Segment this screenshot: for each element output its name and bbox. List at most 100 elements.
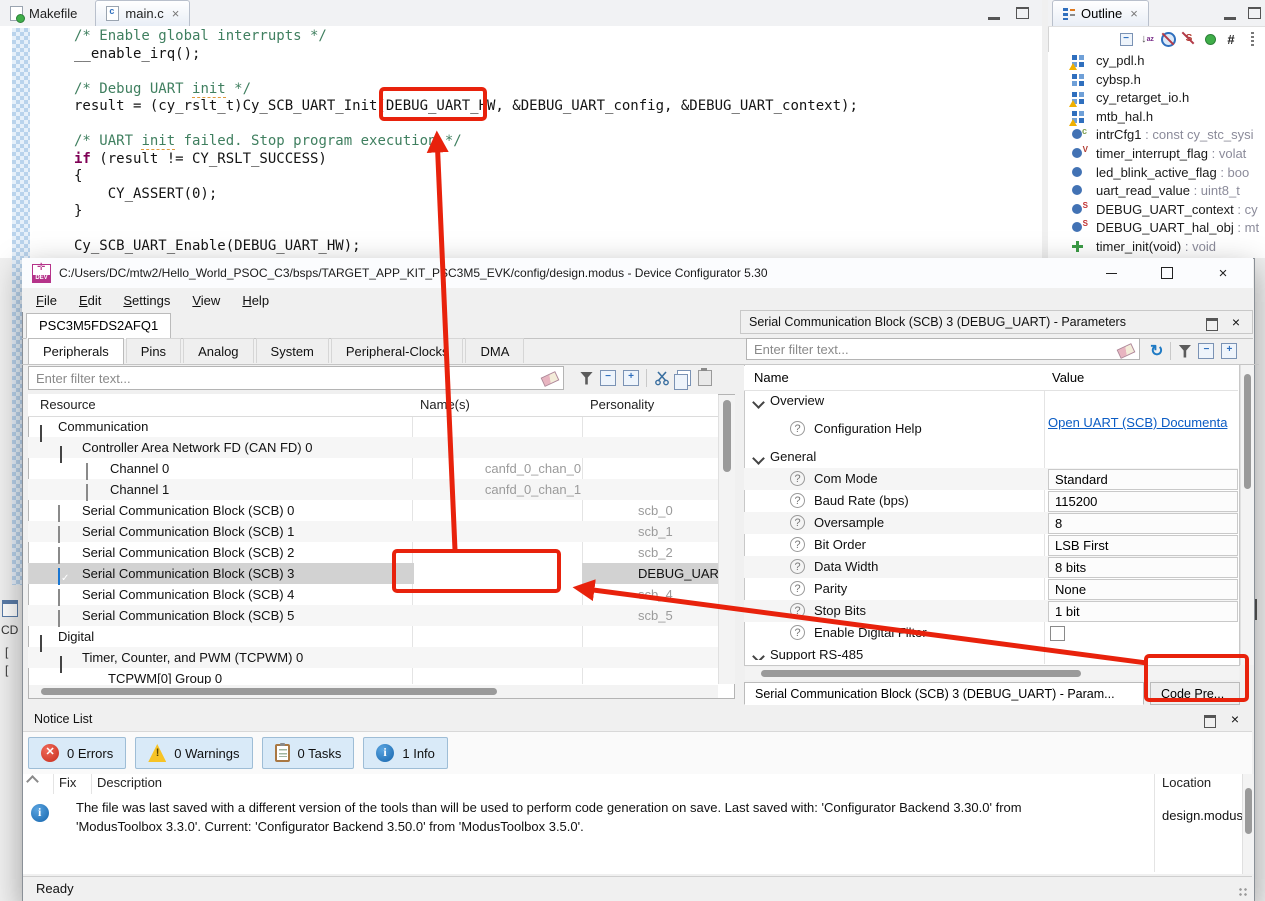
maximize-view-icon[interactable] [1248, 7, 1261, 19]
outline-item[interactable]: cy_pdl.h [1048, 52, 1265, 71]
main-tab[interactable]: Peripheral-Clocks [331, 338, 464, 363]
resource-name[interactable]: scb_0 [638, 503, 673, 518]
resource-row[interactable]: Serial Communication Block (SCB) 4 scb_4 [28, 584, 718, 605]
outline-item[interactable]: timer_interrupt_flag : volat [1048, 145, 1265, 164]
column-header-fix[interactable]: Fix [59, 775, 76, 790]
notice-filter-button[interactable]: 0 Errors [28, 737, 126, 769]
outline-item[interactable]: DEBUG_UART_context : cy [1048, 201, 1265, 220]
resource-checkbox[interactable] [86, 484, 88, 501]
help-icon[interactable] [790, 515, 805, 530]
sort-icon[interactable]: ↓ [1139, 31, 1155, 47]
resource-row[interactable]: Serial Communication Block (SCB) 0 scb_0 [28, 500, 718, 521]
maximize-icon[interactable] [1157, 263, 1177, 283]
close-icon[interactable]: × [1213, 263, 1233, 283]
restore-view-icon[interactable] [1255, 599, 1257, 620]
float-panel-icon[interactable] [1204, 715, 1216, 728]
window-titlebar[interactable]: C:/Users/DC/mtw2/Hello_World_PSOC_C3/bsp… [22, 258, 1253, 289]
resource-checkbox[interactable] [58, 526, 60, 543]
hide-non-public-icon[interactable] [1202, 31, 1218, 47]
resource-name[interactable]: scb_4 [638, 587, 673, 602]
paste-icon[interactable] [698, 370, 712, 386]
tab-parameters[interactable]: Serial Communication Block (SCB) 3 (DEBU… [744, 682, 1144, 705]
parameter-row[interactable]: Configuration Help Open UART (SCB) Docum… [744, 412, 1238, 446]
resource-row[interactable]: Digital [28, 626, 718, 647]
resource-name[interactable]: DEBUG_UART [638, 566, 718, 581]
resource-name[interactable]: scb_5 [638, 608, 673, 623]
parameter-value[interactable]: Open UART (SCB) Documenta [1048, 413, 1234, 432]
column-header-description[interactable]: Description [97, 775, 162, 790]
tab-code-preview[interactable]: Code Pre... [1150, 682, 1240, 705]
resource-checkbox[interactable] [58, 568, 60, 585]
notice-filter-button[interactable]: 1 Info [363, 737, 448, 769]
parameter-row[interactable]: Baud Rate (bps) 115200 [744, 490, 1238, 512]
filter-icon[interactable] [580, 372, 593, 385]
close-icon[interactable]: × [1130, 6, 1138, 21]
menu-item[interactable]: File [36, 293, 57, 308]
parameters-horizontal-scrollbar[interactable] [745, 667, 1239, 680]
main-tab[interactable]: System [256, 338, 329, 363]
menu-item[interactable]: View [192, 293, 220, 308]
float-panel-icon[interactable] [1206, 318, 1218, 331]
column-header-names[interactable]: Name(s) [420, 397, 470, 412]
menu-item[interactable]: Help [242, 293, 269, 308]
parameter-value[interactable]: 115200 [1048, 491, 1238, 512]
filter-icon[interactable] [1178, 345, 1191, 358]
resize-grip[interactable] [1238, 887, 1248, 897]
parameter-row[interactable]: Stop Bits 1 bit [744, 600, 1238, 622]
parameter-value[interactable]: 1 bit [1048, 601, 1238, 622]
column-header-location[interactable]: Location [1162, 775, 1211, 790]
chevron-down-icon[interactable] [40, 425, 42, 442]
expand-all-icon[interactable]: + [623, 370, 639, 386]
resource-checkbox[interactable] [58, 547, 60, 564]
main-tab[interactable]: Pins [126, 338, 181, 363]
outline-item[interactable]: timer_init(void) : void [1048, 238, 1265, 257]
tree-vertical-scrollbar[interactable] [718, 395, 735, 684]
collapse-all-icon[interactable]: − [600, 370, 616, 386]
view-menu-icon[interactable] [1244, 31, 1260, 47]
help-icon[interactable] [790, 603, 805, 618]
chevron-down-icon[interactable] [752, 396, 765, 409]
resource-name[interactable]: canfd_0_chan_0 [485, 461, 581, 476]
close-icon[interactable]: × [1231, 708, 1239, 731]
parameter-value[interactable]: 8 [1048, 513, 1238, 534]
parameters-vertical-scrollbar[interactable] [1240, 365, 1254, 665]
outline-item[interactable]: mtb_hal.h [1048, 108, 1265, 127]
resource-checkbox[interactable] [58, 589, 60, 606]
column-header-name[interactable]: Name [754, 370, 789, 385]
outline-item[interactable]: led_blink_active_flag : boo [1048, 164, 1265, 183]
expand-all-icon[interactable]: + [1221, 343, 1237, 359]
parameter-row[interactable]: Enable Digital Filter [744, 622, 1238, 644]
main-tab[interactable]: Peripherals [28, 338, 124, 364]
resource-checkbox[interactable] [58, 505, 60, 522]
help-icon[interactable] [790, 493, 805, 508]
editor-tab[interactable]: main.c × [95, 0, 190, 26]
collapse-all-icon[interactable]: − [1118, 31, 1134, 47]
resource-personality[interactable] [698, 671, 710, 684]
resource-name[interactable]: scb_1 [638, 524, 673, 539]
menu-item[interactable]: Settings [123, 293, 170, 308]
parameter-row[interactable]: General [744, 446, 1238, 468]
refresh-icon[interactable]: ↻ [1150, 341, 1163, 361]
help-icon[interactable] [790, 537, 805, 552]
main-tab[interactable]: Analog [183, 338, 253, 363]
hide-fields-icon[interactable] [1160, 31, 1176, 47]
resource-row[interactable]: Serial Communication Block (SCB) 5 scb_5 [28, 605, 718, 626]
parameter-row[interactable]: Com Mode Standard [744, 468, 1238, 490]
notice-list-header[interactable]: Notice List × [23, 708, 1252, 732]
chevron-down-icon[interactable] [40, 635, 42, 652]
maximize-view-icon[interactable] [1016, 7, 1029, 19]
resource-row[interactable]: Timer, Counter, and PWM (TCPWM) 0 [28, 647, 718, 668]
column-header-value[interactable]: Value [1052, 370, 1084, 385]
minimize-view-icon[interactable] [1224, 8, 1236, 20]
sort-indicator-icon[interactable] [26, 775, 39, 788]
outline-item[interactable]: cybsp.h [1048, 71, 1265, 90]
outline-item[interactable]: uart_read_value : uint8_t [1048, 182, 1265, 201]
close-icon[interactable]: × [1232, 311, 1240, 333]
outline-item[interactable]: cy_retarget_io.h [1048, 89, 1265, 108]
chevron-down-icon[interactable] [752, 452, 765, 465]
resource-row[interactable]: Serial Communication Block (SCB) 3 DEBUG… [28, 563, 718, 584]
device-tab[interactable]: PSC3M5FDS2AFQ1 [26, 313, 171, 339]
resource-row[interactable]: Channel 1 canfd_0_chan_1 [28, 479, 718, 500]
notice-vertical-scrollbar[interactable] [1242, 774, 1254, 874]
parameter-row[interactable]: Overview [744, 390, 1238, 412]
